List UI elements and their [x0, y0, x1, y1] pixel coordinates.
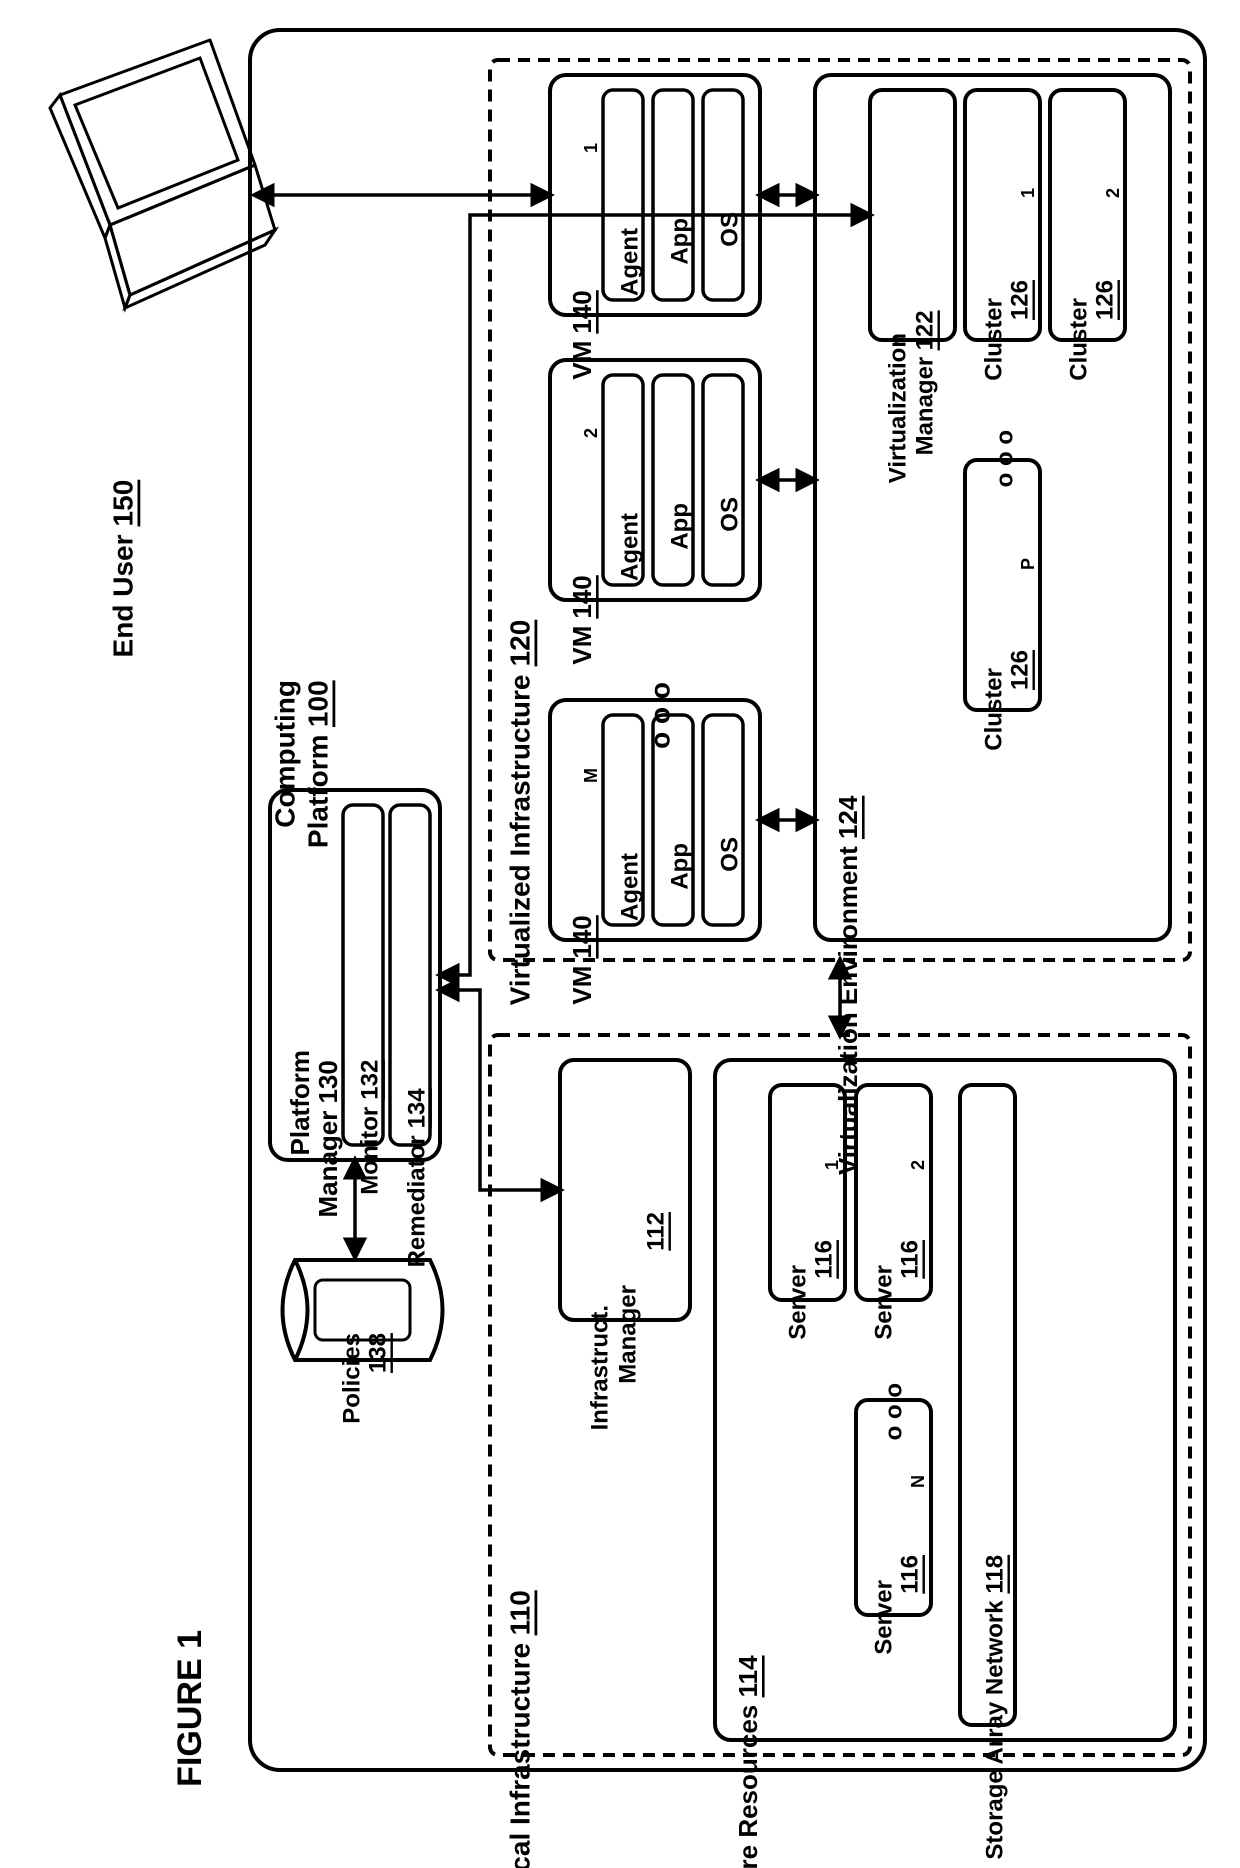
remediator-label: Remediator 134	[404, 1088, 431, 1267]
svg-text:Cluster: Cluster	[1066, 298, 1093, 381]
svg-text:Server: Server	[871, 1580, 898, 1655]
san-label: Storage Array Network 118	[982, 1555, 1009, 1860]
svg-text:Cluster: Cluster	[981, 668, 1008, 751]
svg-text:App: App	[667, 503, 694, 550]
svg-text:126: 126	[1007, 280, 1034, 320]
svg-text:1: 1	[1018, 188, 1038, 198]
svg-text:Server: Server	[785, 1265, 812, 1340]
infra-mgr-ref: 112	[643, 1212, 670, 1251]
svg-text:N: N	[908, 1475, 928, 1488]
virt-mgr-box	[870, 90, 955, 340]
svg-text:P: P	[1018, 558, 1038, 570]
platform-manager-label-1: Platform	[285, 1050, 315, 1155]
vm2-title: VM 140	[567, 575, 597, 665]
svg-text:Agent: Agent	[617, 513, 644, 581]
computing-platform-label-1: Computing	[270, 680, 301, 828]
conn-pm-inframgr	[440, 990, 560, 1190]
hw-resources-box	[715, 1060, 1175, 1740]
svg-text:OS: OS	[717, 212, 744, 247]
svg-text:2: 2	[1103, 188, 1123, 198]
svg-text:App: App	[667, 218, 694, 265]
svg-text:Cluster: Cluster	[981, 298, 1008, 381]
svg-text:1: 1	[581, 143, 601, 153]
figure-label: FIGURE 1	[171, 1630, 209, 1787]
end-user-icon	[50, 40, 275, 308]
svg-text:116: 116	[897, 1555, 924, 1594]
svg-text:2: 2	[581, 428, 601, 438]
svg-text:Agent: Agent	[617, 853, 644, 921]
svg-text:116: 116	[897, 1240, 924, 1279]
svg-text:126: 126	[1007, 650, 1034, 690]
svg-text:M: M	[581, 768, 601, 783]
hw-resources-label: Hardware Resources 114	[733, 1655, 763, 1868]
virt-mgr-l2: Manager 122	[912, 310, 939, 455]
virtualized-infra-label: Virtualized Infrastructure 120	[505, 620, 536, 1005]
computing-platform-label-2: Platform 100	[303, 680, 334, 848]
infra-mgr-l2: Manager	[615, 1285, 642, 1384]
svg-text:126: 126	[1092, 280, 1119, 320]
computing-platform-box	[250, 30, 1205, 1770]
vm-2: VM 140 2 Agent App OS	[550, 360, 760, 665]
platform-manager-label-2: Manager 130	[313, 1060, 343, 1218]
physical-infra-label: Physical Infrastructure 110	[505, 1590, 536, 1868]
policies-box	[315, 1280, 410, 1340]
server-2: Server 116 2	[856, 1085, 931, 1340]
monitor-label: Monitor 132	[357, 1060, 384, 1195]
svg-text:OS: OS	[717, 497, 744, 532]
conn-pm-virtmgr	[440, 215, 870, 975]
infra-mgr-l1: Infrastruct.	[587, 1305, 614, 1430]
server-ellipsis: o o o	[881, 1383, 908, 1440]
cluster-1: Cluster 126 1	[965, 90, 1040, 381]
infra-mgr-box	[560, 1060, 690, 1320]
virt-mgr-l1: Virtualization	[885, 333, 912, 483]
cluster-p: Cluster 126 P	[965, 460, 1040, 751]
svg-text:App: App	[667, 843, 694, 890]
svg-text:Agent: Agent	[617, 228, 644, 296]
end-user-label: End User 150	[108, 480, 139, 657]
svg-text:Server: Server	[871, 1265, 898, 1340]
policies-label: Policies	[339, 1333, 366, 1424]
svg-text:OS: OS	[717, 837, 744, 872]
svg-text:116: 116	[811, 1240, 838, 1279]
svg-text:2: 2	[908, 1160, 928, 1170]
svg-text:1: 1	[822, 1160, 842, 1170]
cluster-2: Cluster 126 2	[1050, 90, 1125, 381]
vm1-title: VM 140	[567, 290, 597, 380]
vmM-title: VM 140	[567, 915, 597, 1005]
policies-ref: 138	[365, 1333, 392, 1373]
vm-1: VM 140 1 Agent App OS	[550, 75, 760, 380]
virt-env-label: Virtualization Environment 124	[833, 795, 863, 1175]
